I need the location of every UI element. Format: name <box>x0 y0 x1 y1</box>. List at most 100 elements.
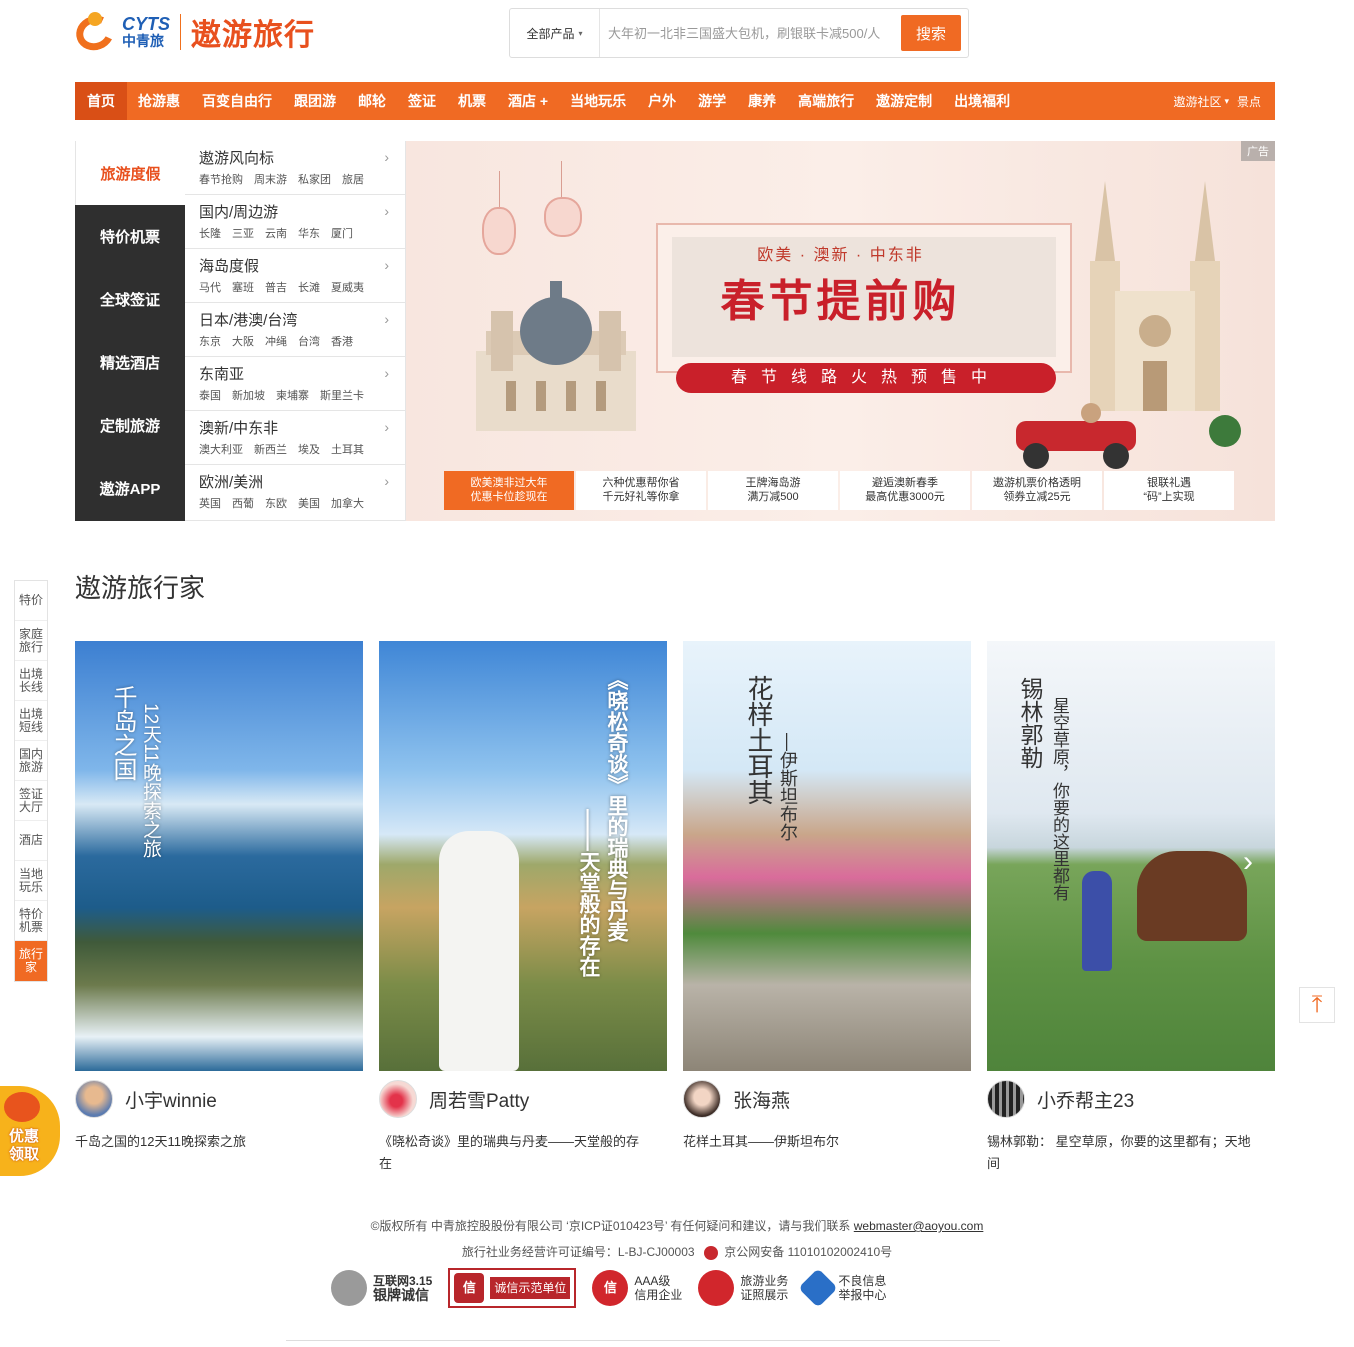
card-description[interactable]: 花样土耳其——伊斯坦布尔 <box>683 1131 953 1153</box>
promo-banner[interactable]: 广告 欧美 · 澳新 · 中东非 春节提前购 春节线路火热预售中 欧美澳非过大年… <box>406 141 1275 521</box>
username[interactable]: 张海燕 <box>733 1086 790 1113</box>
menu-link[interactable]: 厦门 <box>331 225 353 241</box>
menu-link[interactable]: 私家团 <box>298 171 331 187</box>
card-user[interactable]: 小乔帮主23 <box>987 1080 1134 1118</box>
card-description[interactable]: 千岛之国的12天11晚探索之旅 <box>75 1131 345 1153</box>
carousel-next-icon[interactable]: › <box>1243 845 1253 879</box>
menu-link[interactable]: 春节抢购 <box>199 171 243 187</box>
traveler-card[interactable]: 千岛之国 12天11晚探索之旅 小宇winnie 千岛之国的12天11晚探索之旅 <box>75 641 363 1149</box>
menu-group-title[interactable]: 东南亚 <box>199 365 405 385</box>
menu-group[interactable]: 日本/港澳/台湾 › 东京 大阪 冲绳 台湾 香港 <box>185 303 405 357</box>
nav-item-hotel[interactable]: 酒店 + <box>497 82 559 120</box>
category-hotels[interactable]: 精选酒店 <box>75 331 185 394</box>
search-category-select[interactable]: 全部产品 ▾ <box>510 9 600 57</box>
banner-tab[interactable]: 欧美澳非过大年 优惠卡位趁现在 <box>444 471 574 510</box>
banner-tab[interactable]: 银联礼遇 “码”上实现 <box>1104 471 1234 510</box>
menu-group[interactable]: 欧洲/美洲 › 英国 西葡 东欧 美国 加拿大 <box>185 465 405 519</box>
menu-link[interactable]: 华东 <box>298 225 320 241</box>
promo-coupon-widget[interactable]: 优惠领取 <box>0 1086 60 1176</box>
category-vacation[interactable]: 旅游度假 <box>75 141 185 205</box>
nav-item-home[interactable]: 首页 <box>75 82 127 120</box>
menu-link[interactable]: 长隆 <box>199 225 221 241</box>
menu-link[interactable]: 云南 <box>265 225 287 241</box>
menu-link[interactable]: 普吉 <box>265 279 287 295</box>
nav-item-visa[interactable]: 签证 <box>397 82 447 120</box>
quick-nav-item[interactable]: 特价 <box>15 581 47 621</box>
menu-link[interactable]: 英国 <box>199 495 221 511</box>
quick-nav-item[interactable]: 特价机票 <box>15 901 47 941</box>
menu-link[interactable]: 长滩 <box>298 279 320 295</box>
menu-link[interactable]: 大阪 <box>232 333 254 349</box>
quick-nav-item[interactable]: 签证大厅 <box>15 781 47 821</box>
nav-item-group-tour[interactable]: 跟团游 <box>283 82 347 120</box>
search-input[interactable] <box>600 15 901 51</box>
badge-license[interactable]: 旅游业务 证照展示 <box>698 1270 788 1306</box>
username[interactable]: 小宇winnie <box>125 1086 217 1113</box>
category-custom-travel[interactable]: 定制旅游 <box>75 394 185 457</box>
menu-link[interactable]: 埃及 <box>298 441 320 457</box>
spots-link[interactable]: 景点 <box>1237 93 1261 110</box>
banner-tab[interactable]: 遨游机票价格透明 领券立减25元 <box>972 471 1102 510</box>
menu-group-title[interactable]: 日本/港澳/台湾 <box>199 311 405 331</box>
avatar[interactable] <box>75 1080 113 1118</box>
card-description[interactable]: 《晓松奇谈》里的瑞典与丹麦——天堂般的存在 <box>379 1131 649 1175</box>
category-global-visa[interactable]: 全球签证 <box>75 268 185 331</box>
menu-group-title[interactable]: 国内/周边游 <box>199 203 405 223</box>
quick-nav-item[interactable]: 当地玩乐 <box>15 861 47 901</box>
menu-link[interactable]: 旅居 <box>342 171 364 187</box>
badge-315[interactable]: 互联网3.15 银牌诚信 <box>331 1270 432 1306</box>
menu-link[interactable]: 香港 <box>331 333 353 349</box>
card-photo[interactable]: 锡林郭勒 星空草原，你要的这里都有 <box>987 641 1275 1071</box>
menu-group[interactable]: 东南亚 › 泰国 新加坡 柬埔寨 斯里兰卡 <box>185 357 405 411</box>
nav-item-outdoor[interactable]: 户外 <box>637 82 687 120</box>
menu-link[interactable]: 土耳其 <box>331 441 364 457</box>
nav-item-luxury[interactable]: 高端旅行 <box>787 82 865 120</box>
card-user[interactable]: 小宇winnie <box>75 1080 217 1118</box>
police-record-text[interactable]: 京公网安备 11010102002410号 <box>724 1245 892 1259</box>
community-link[interactable]: 遨游社区 <box>1173 93 1221 110</box>
nav-item-custom[interactable]: 遨游定制 <box>865 82 943 120</box>
card-description[interactable]: 锡林郭勒： 星空草原，你要的这里都有；天地间 <box>987 1131 1257 1175</box>
contact-email-link[interactable]: webmaster@aoyou.com <box>854 1219 984 1233</box>
card-photo[interactable]: 《晓松奇谈》里的瑞典与丹麦 ——天堂般的存在 <box>379 641 667 1071</box>
menu-link[interactable]: 夏威夷 <box>331 279 364 295</box>
quick-nav-item[interactable]: 家庭旅行 <box>15 621 47 661</box>
menu-link[interactable]: 美国 <box>298 495 320 511</box>
badge-report[interactable]: 不良信息 举报中心 <box>798 1268 886 1308</box>
menu-link[interactable]: 台湾 <box>298 333 320 349</box>
nav-item-study-tour[interactable]: 游学 <box>687 82 737 120</box>
quick-nav-item-active[interactable]: 旅行家 <box>15 941 47 981</box>
back-to-top-icon[interactable]: ⤒ <box>1299 987 1335 1023</box>
menu-link[interactable]: 周末游 <box>254 171 287 187</box>
menu-group-title[interactable]: 海岛度假 <box>199 257 405 277</box>
menu-link[interactable]: 新加坡 <box>232 387 265 403</box>
menu-group-title[interactable]: 欧洲/美洲 <box>199 473 405 493</box>
menu-link[interactable]: 澳大利亚 <box>199 441 243 457</box>
traveler-card[interactable]: 《晓松奇谈》里的瑞典与丹麦 ——天堂般的存在 周若雪Patty 《晓松奇谈》里的… <box>379 641 667 1171</box>
card-photo[interactable]: 千岛之国 12天11晚探索之旅 <box>75 641 363 1071</box>
card-user[interactable]: 周若雪Patty <box>379 1080 529 1118</box>
menu-link[interactable]: 三亚 <box>232 225 254 241</box>
username[interactable]: 周若雪Patty <box>429 1086 529 1113</box>
nav-item-cruise[interactable]: 邮轮 <box>347 82 397 120</box>
menu-link[interactable]: 斯里兰卡 <box>320 387 364 403</box>
traveler-card[interactable]: 锡林郭勒 星空草原，你要的这里都有 小乔帮主23 锡林郭勒： 星空草原，你要的这… <box>987 641 1275 1171</box>
nav-item-deals[interactable]: 抢游惠 <box>127 82 191 120</box>
badge-aaa[interactable]: 信 AAA级 信用企业 <box>592 1270 682 1306</box>
nav-item-local-fun[interactable]: 当地玩乐 <box>559 82 637 120</box>
quick-nav-item[interactable]: 国内旅游 <box>15 741 47 781</box>
menu-link[interactable]: 马代 <box>199 279 221 295</box>
menu-link[interactable]: 塞班 <box>232 279 254 295</box>
menu-link[interactable]: 西葡 <box>232 495 254 511</box>
menu-group[interactable]: 国内/周边游 › 长隆 三亚 云南 华东 厦门 <box>185 195 405 249</box>
nav-item-free-travel[interactable]: 百变自由行 <box>191 82 283 120</box>
card-user[interactable]: 张海燕 <box>683 1080 790 1118</box>
site-logo[interactable]: CYTS 中青旅 遨游旅行 <box>71 10 315 56</box>
avatar[interactable] <box>379 1080 417 1118</box>
menu-link[interactable]: 泰国 <box>199 387 221 403</box>
badge-integrity[interactable]: 信 诚信示范单位 <box>448 1268 577 1308</box>
category-cheap-flights[interactable]: 特价机票 <box>75 205 185 268</box>
nav-item-flights[interactable]: 机票 <box>447 82 497 120</box>
menu-link[interactable]: 冲绳 <box>265 333 287 349</box>
menu-link[interactable]: 柬埔寨 <box>276 387 309 403</box>
